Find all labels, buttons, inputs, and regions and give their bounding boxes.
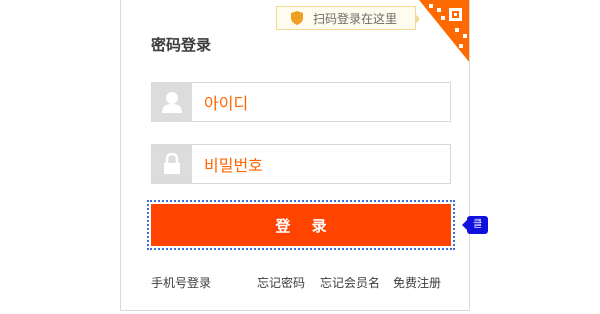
register-link[interactable]: 免费注册 bbox=[393, 274, 441, 291]
login-title: 密码登录 bbox=[151, 36, 212, 54]
password-field[interactable]: 비밀번호 bbox=[151, 144, 451, 184]
qr-tip-text: 扫码登录在这里 bbox=[313, 11, 398, 26]
forgot-password-link[interactable]: 忘记密码 bbox=[257, 274, 305, 291]
lock-icon bbox=[152, 145, 192, 183]
shield-icon bbox=[291, 11, 303, 25]
forgot-username-link[interactable]: 忘记会员名 bbox=[320, 274, 380, 291]
phone-login-link[interactable]: 手机号登录 bbox=[151, 274, 211, 291]
username-field[interactable]: 아이디 bbox=[151, 82, 451, 122]
password-value: 비밀번호 bbox=[204, 156, 263, 175]
login-button[interactable]: 登 录 bbox=[151, 204, 451, 246]
qr-code-icon[interactable] bbox=[419, 0, 469, 62]
username-value: 아이디 bbox=[204, 94, 249, 113]
qr-login-tip[interactable]: 扫码登录在这里 bbox=[276, 6, 421, 30]
click-indicator-tag: 클릭 bbox=[461, 216, 489, 248]
user-icon bbox=[152, 83, 192, 121]
login-panel: 密码登录 扫码登录在这里 아이디 비밀번호 登 录 클릭 手机号登录 忘记密码 … bbox=[120, 0, 489, 311]
